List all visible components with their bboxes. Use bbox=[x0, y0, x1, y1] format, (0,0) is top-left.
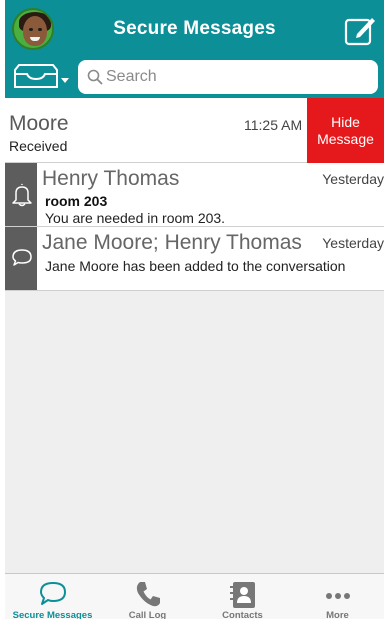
tab-more[interactable]: More bbox=[290, 574, 384, 619]
chat-bubble-icon bbox=[39, 582, 66, 605]
bell-icon bbox=[12, 183, 32, 207]
inbox-tray-icon[interactable] bbox=[11, 62, 71, 92]
message-list: Moore Received 11:25 AM Hide Message Hen… bbox=[5, 98, 384, 291]
message-time: Yesterday bbox=[322, 171, 384, 187]
message-row[interactable]: Henry Thomas Yesterday room 203 You are … bbox=[5, 163, 384, 227]
message-sender: Jane Moore; Henry Thomas bbox=[42, 231, 302, 254]
tab-secure-messages[interactable]: Secure Messages bbox=[5, 574, 100, 619]
chat-bubble-icon bbox=[12, 249, 32, 266]
tab-contacts[interactable]: Contacts bbox=[195, 574, 290, 619]
search-icon bbox=[87, 69, 103, 85]
tab-call-log[interactable]: Call Log bbox=[100, 574, 195, 619]
hide-message-button[interactable]: Hide Message bbox=[307, 98, 384, 163]
search-bar-row bbox=[5, 58, 384, 98]
message-row[interactable]: Jane Moore; Henry Thomas Yesterday Jane … bbox=[5, 227, 384, 291]
message-time: Yesterday bbox=[322, 235, 384, 251]
message-type-strip bbox=[5, 227, 37, 290]
phone-icon bbox=[136, 582, 160, 607]
contacts-book-icon bbox=[229, 582, 255, 608]
message-preview: You are needed in room 203. bbox=[45, 210, 226, 226]
search-field[interactable] bbox=[78, 60, 378, 94]
message-status: Received bbox=[9, 138, 68, 154]
message-sender: Henry Thomas bbox=[42, 167, 180, 190]
message-sender: Moore bbox=[9, 112, 69, 135]
message-type-strip bbox=[5, 163, 37, 226]
message-subject: room 203 bbox=[45, 193, 108, 209]
app-frame: Secure Messages Moore Received 11:25 AM … bbox=[5, 0, 384, 619]
search-input[interactable] bbox=[106, 60, 366, 94]
tab-label: Call Log bbox=[128, 610, 167, 619]
chevron-down-icon bbox=[61, 78, 69, 83]
message-time: 11:25 AM bbox=[244, 117, 303, 133]
tab-label: Secure Messages bbox=[12, 610, 93, 619]
page-title: Secure Messages bbox=[113, 18, 276, 39]
tab-bar: Secure Messages Call Log Contacts More bbox=[5, 573, 384, 619]
tab-label: More bbox=[326, 610, 349, 619]
tab-label: Contacts bbox=[222, 610, 263, 619]
message-row[interactable]: Moore Received 11:25 AM Hide Message bbox=[5, 98, 384, 163]
more-dots-icon bbox=[325, 593, 350, 599]
header-bar: Secure Messages bbox=[5, 0, 384, 58]
message-preview: Jane Moore has been added to the convers… bbox=[45, 258, 346, 274]
compose-icon[interactable] bbox=[344, 14, 376, 46]
